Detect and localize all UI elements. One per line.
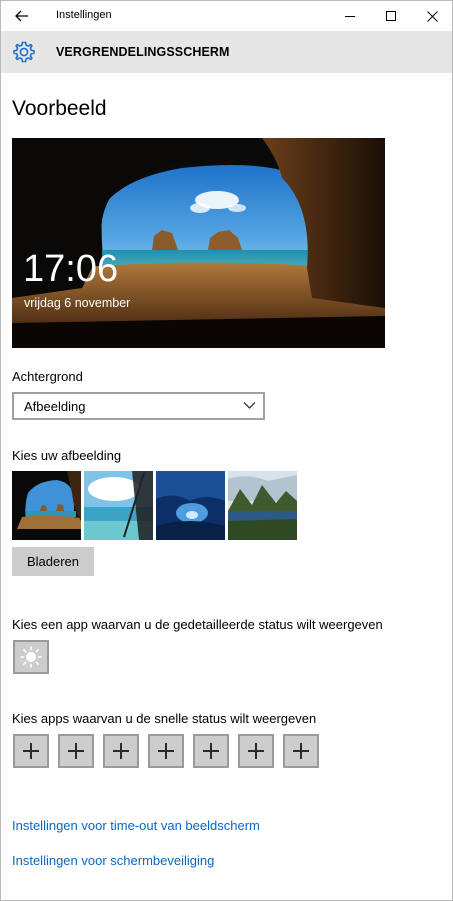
preview-heading: Voorbeeld [12,97,107,120]
arrow-left-icon [15,10,28,22]
background-dropdown[interactable]: Afbeelding [12,392,265,420]
plus-icon [23,743,39,759]
page-title: VERGRENDELINGSSCHERM [56,45,230,59]
browse-button[interactable]: Bladeren [12,547,94,576]
quick-status-slot-1[interactable] [13,734,49,768]
quick-status-slot-5[interactable] [193,734,229,768]
thumbnail-mountain-lake[interactable] [228,471,297,540]
quick-status-slot-7[interactable] [283,734,319,768]
back-button[interactable] [9,5,35,27]
quick-status-label: Kies apps waarvan u de snelle status wil… [12,711,317,726]
screensaver-settings-link[interactable]: Instellingen voor schermbeveiliging [12,853,214,868]
quick-status-slot-3[interactable] [103,734,139,768]
thumbnail-sea-sail[interactable] [84,471,153,540]
title-bar: Instellingen [1,1,452,31]
background-dropdown-value: Afbeelding [24,399,86,414]
preview-image [12,138,385,348]
detailed-status-label: Kies een app waarvan u de gedetailleerde… [12,617,383,632]
close-icon [426,10,438,22]
minimize-icon [344,15,355,17]
timeout-settings-link[interactable]: Instellingen voor time-out van beeldsche… [12,818,260,833]
gear-icon [13,41,35,63]
maximize-icon [385,10,396,21]
page-header: VERGRENDELINGSSCHERM [1,31,452,73]
detailed-status-app-button[interactable] [13,640,49,674]
lock-date: vrijdag 6 november [24,296,131,310]
choose-image-label: Kies uw afbeelding [12,448,122,463]
settings-window: Instellingen VERGRENDELINGSSCHERM Voorbe… [0,0,453,901]
plus-icon [113,743,129,759]
background-label: Achtergrond [12,369,83,384]
plus-icon [68,743,84,759]
plus-icon [203,743,219,759]
plus-icon [293,743,309,759]
quick-status-slot-4[interactable] [148,734,184,768]
quick-status-slot-2[interactable] [58,734,94,768]
plus-icon [248,743,264,759]
lock-time: 17:06 [23,248,119,290]
maximize-button[interactable] [369,1,413,31]
chevron-down-icon [243,402,256,409]
thumbnail-cave-beach[interactable] [12,471,81,540]
plus-icon [158,743,174,759]
quick-status-slot-6[interactable] [238,734,274,768]
minimize-button[interactable] [328,1,372,31]
lockscreen-preview: 17:06 vrijdag 6 november [12,138,385,348]
sun-weather-icon [20,646,42,668]
thumbnail-ice-cave[interactable] [156,471,225,540]
close-button[interactable] [410,1,453,31]
window-title: Instellingen [56,9,112,21]
